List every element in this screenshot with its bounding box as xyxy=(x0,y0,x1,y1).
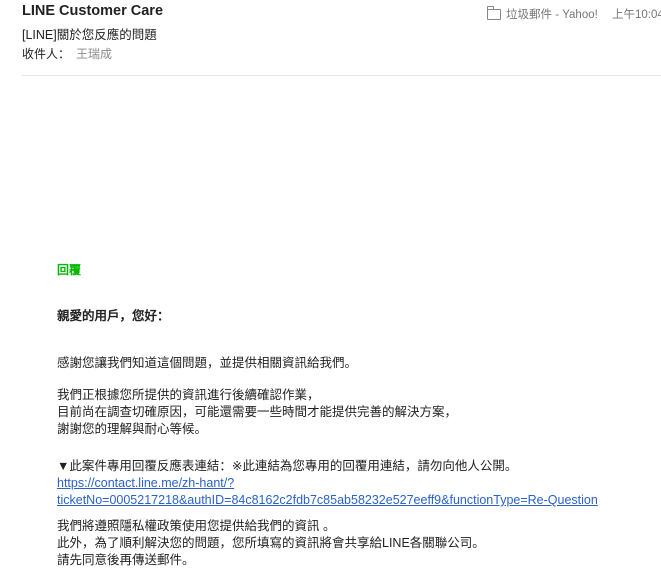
reply-label: 回覆 xyxy=(57,263,82,277)
email-header: LINE Customer Care [LINE]關於您反應的問題 收件人： 王瑞… xyxy=(0,0,661,76)
recipient-row: 收件人： 王瑞成 xyxy=(22,45,112,62)
folder-icon xyxy=(487,6,501,20)
status-line: 目前尚在調查切確原因，可能還需要一些時間才能提供完善的解決方案， xyxy=(57,405,458,419)
status-paragraph: 我們正根據您所提供的資訊進行後續確認作業， 目前尚在調查切確原因，可能還需要一些… xyxy=(57,387,457,438)
status-line: 我們正根據您所提供的資訊進行後續確認作業， xyxy=(57,388,320,402)
privacy-line: 請先同意後再傳送郵件。 xyxy=(57,553,195,567)
status-line: 謝謝您的理解與耐心等候。 xyxy=(57,422,208,436)
privacy-paragraph: 我們將遵照隱私權政策使用您提供給我們的資訊 。 此外，為了順利解決您的問題，您所… xyxy=(57,518,485,569)
thanks-paragraph: 感謝您讓我們知道這個問題，並提供相關資訊給我們。 xyxy=(57,356,358,370)
folder-label: 垃圾郵件 - Yahoo! xyxy=(506,9,598,21)
mailbox-folder[interactable]: 垃圾郵件 - Yahoo! xyxy=(487,6,598,22)
recipient-name[interactable]: 王瑞成 xyxy=(76,47,112,61)
reply-form-link-part2[interactable]: ticketNo=0005217218&authID=84c8162c2fdb7… xyxy=(57,492,598,509)
greeting: 親愛的用戶，您好： xyxy=(57,309,170,323)
received-time: 上午10:04 xyxy=(612,9,661,21)
email-subject: [LINE]關於您反應的問題 xyxy=(22,28,157,42)
privacy-line: 此外，為了順利解決您的問題，您所填寫的資訊將會共享給LINE各關聯公司。 xyxy=(57,536,485,550)
sender-name[interactable]: LINE Customer Care xyxy=(22,3,163,19)
reply-form-link-part1[interactable]: https://contact.line.me/zh-hant/? xyxy=(57,475,598,492)
privacy-line: 我們將遵照隱私權政策使用您提供給我們的資訊 。 xyxy=(57,519,336,533)
recipient-label: 收件人： xyxy=(22,47,71,61)
header-divider xyxy=(22,75,661,76)
reply-form-paragraph: ▼此案件專用回覆反應表連結：※此連結為您專用的回覆用連結，請勿向他人公開。 ht… xyxy=(57,458,598,509)
form-notice: ▼此案件專用回覆反應表連結：※此連結為您專用的回覆用連結，請勿向他人公開。 xyxy=(57,459,518,473)
